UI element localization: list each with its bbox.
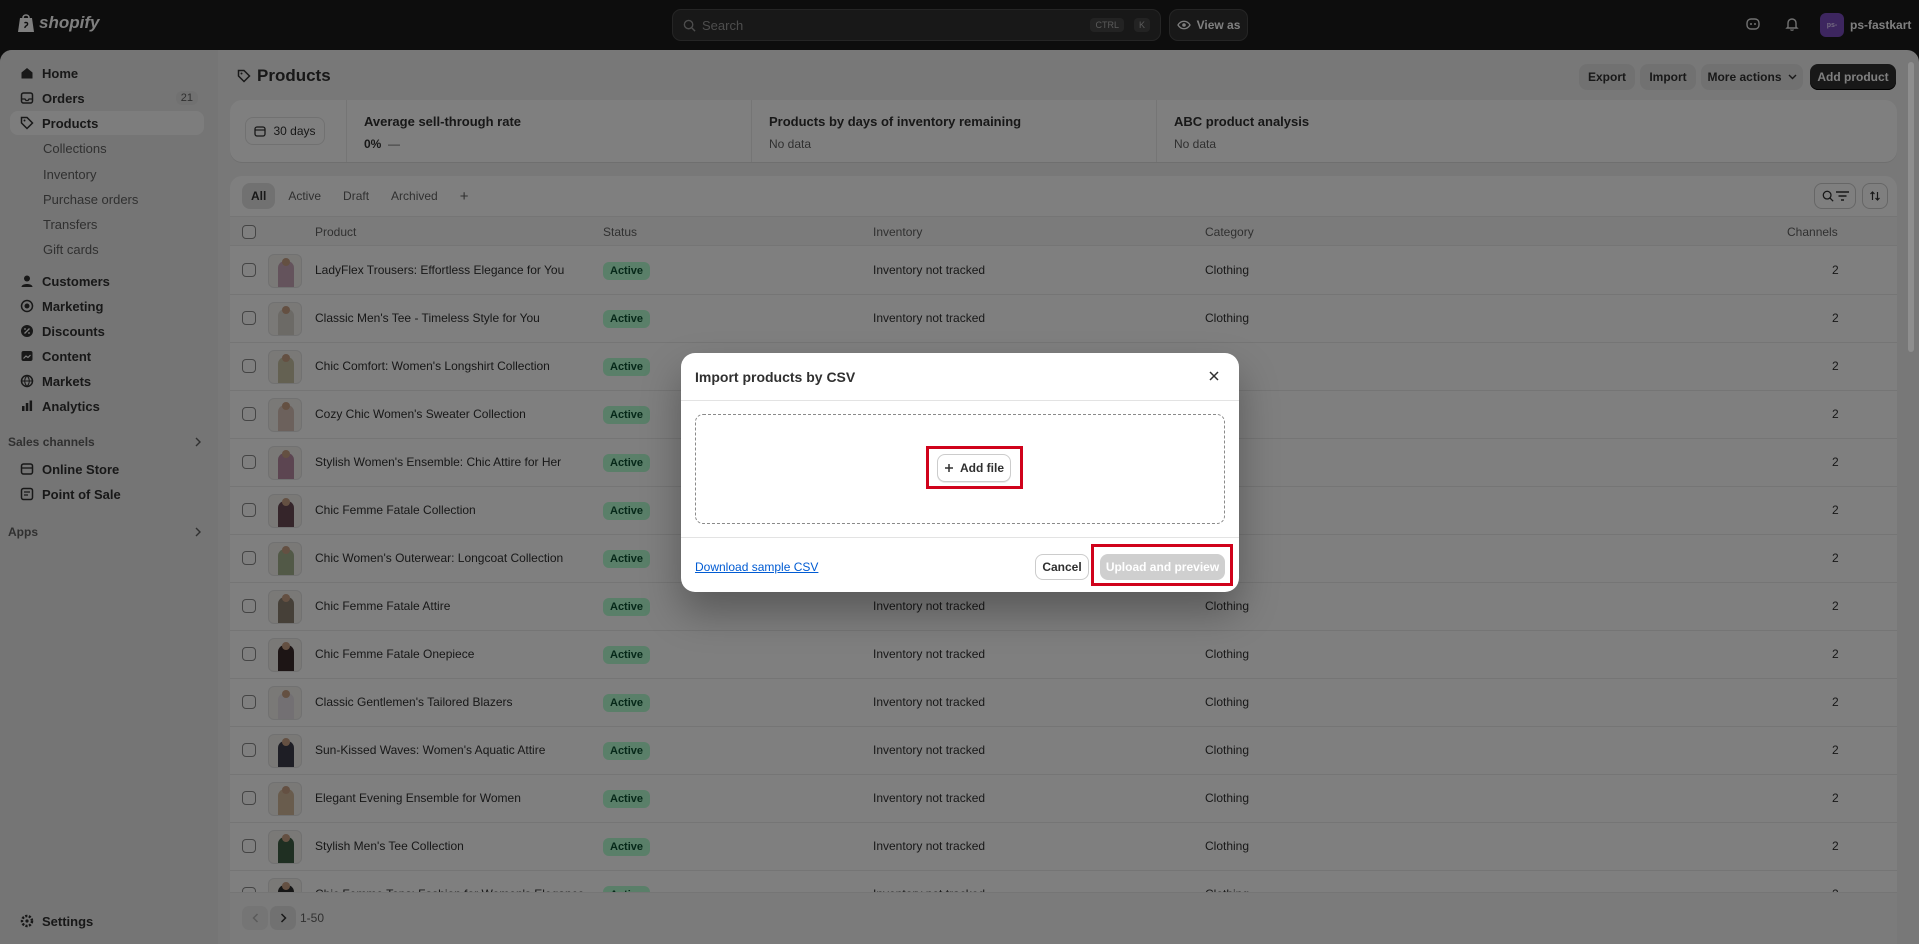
add-file-label: Add file [960, 461, 1004, 475]
plus-icon [945, 464, 953, 472]
modal-title: Import products by CSV [695, 369, 856, 385]
modal-footer: Download sample CSV Cancel Upload and pr… [681, 537, 1239, 592]
import-csv-modal: Import products by CSV Add file Download… [681, 353, 1239, 592]
close-icon [1209, 371, 1219, 381]
cancel-button[interactable]: Cancel [1035, 554, 1089, 580]
upload-and-preview-button[interactable]: Upload and preview [1100, 554, 1225, 580]
download-sample-link[interactable]: Download sample CSV [695, 560, 818, 574]
file-drop-zone[interactable]: Add file [695, 414, 1225, 524]
modal-header: Import products by CSV [681, 353, 1239, 401]
scrollbar[interactable] [1908, 62, 1914, 352]
cancel-label: Cancel [1042, 560, 1082, 574]
upload-label: Upload and preview [1105, 560, 1220, 574]
close-button[interactable] [1208, 370, 1220, 382]
add-file-button[interactable]: Add file [937, 454, 1011, 482]
